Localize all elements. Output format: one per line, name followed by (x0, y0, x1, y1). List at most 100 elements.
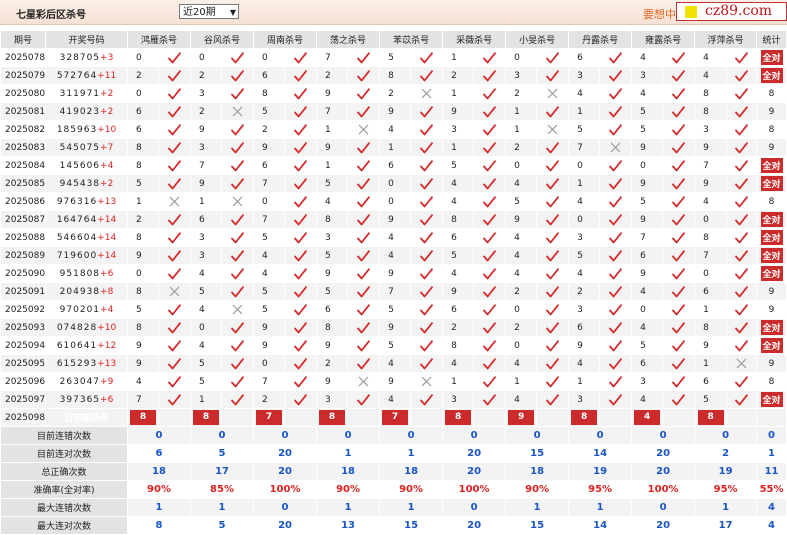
kill-number-cell: 1 (190, 390, 223, 409)
kill-number-cell: 8 (127, 228, 159, 247)
draw-sum-diff: +14 (97, 214, 117, 225)
stat-label: 目前连对次数 (0, 444, 128, 463)
table-row: 2025092 970201+4 5 4 5 6 5 6 0 3 0 1 9 (0, 300, 787, 319)
site-logo[interactable]: cz89.com (676, 2, 787, 21)
check-icon (473, 66, 507, 85)
check-icon (157, 156, 192, 175)
draw-digits: 545075 (59, 142, 101, 153)
draw-number-cell: 164764+14 (45, 210, 128, 229)
cross-icon (221, 102, 255, 121)
period-cell: 2025096 (0, 372, 46, 391)
kill-number-cell: 2 (316, 354, 349, 373)
kill-number-cell: 1 (568, 102, 601, 121)
stat-row: 最大连对次数 8 5 20 13 15 20 15 14 20 17 4 (0, 516, 787, 535)
check-icon (662, 174, 696, 193)
stat-value: 14 (568, 444, 633, 463)
check-icon (347, 318, 381, 337)
cross-icon (347, 120, 381, 139)
stat-row: 目前连错次数 0 0 0 0 0 0 0 0 0 0 0 (0, 426, 787, 445)
check-icon (726, 210, 758, 229)
kill-number-cell: 0 (694, 210, 728, 229)
period-cell: 2025086 (0, 192, 46, 211)
kill-number-cell: 0 (505, 300, 538, 319)
kill-number-cell: 4 (568, 84, 601, 103)
stat-value: 100% (631, 480, 696, 499)
kill-number-cell: 9 (316, 138, 349, 157)
kill-number-cell: 2 (568, 282, 601, 301)
column-header: 开奖号码 (45, 30, 128, 49)
draw-digits: 263047 (59, 376, 101, 387)
kill-number-cell: 5 (190, 372, 223, 391)
check-icon (410, 228, 444, 247)
stat-value: 90% (379, 480, 444, 499)
cross-icon (157, 192, 192, 211)
draw-sum-diff: +2 (100, 106, 114, 117)
draw-number-cell: 328705+3 (45, 48, 128, 67)
empty-cell (157, 408, 192, 427)
kill-number-cell: 0 (253, 48, 286, 67)
kill-number-cell: 9 (253, 336, 286, 355)
kill-number-cell: 4 (505, 228, 538, 247)
kill-number-cell: 9 (694, 174, 728, 193)
draw-sum-diff: +2 (100, 88, 114, 99)
kill-number-cell: 6 (442, 228, 475, 247)
stat-value: 19 (694, 462, 758, 481)
check-icon (284, 228, 318, 247)
cross-icon (410, 372, 444, 391)
row-stat-cell: 9 (756, 102, 787, 121)
kill-number-cell: 0 (190, 48, 223, 67)
all-correct-badge: 全对 (760, 50, 783, 65)
check-icon (599, 120, 633, 139)
kill-number-cell: 8 (253, 84, 286, 103)
kill-number-cell: 4 (316, 192, 349, 211)
stat-value: 1 (316, 444, 381, 463)
current-kill-number: 8 (193, 410, 220, 425)
draw-sum-diff: +3 (100, 52, 114, 63)
kill-number-cell: 5 (442, 246, 475, 265)
check-icon (473, 390, 507, 409)
check-icon (536, 66, 570, 85)
kill-number-cell: 5 (694, 390, 728, 409)
kill-number-cell: 6 (316, 300, 349, 319)
check-icon (536, 210, 570, 229)
kill-number-cell: 2 (190, 102, 223, 121)
stat-value: 0 (756, 426, 787, 445)
check-icon (726, 228, 758, 247)
kill-number-cell: 9 (631, 264, 664, 283)
cross-icon (726, 354, 758, 373)
table-row: 2025079 572764+11 2 2 6 2 8 2 3 3 3 4 全对 (0, 66, 787, 85)
current-kill-number: 8 (130, 410, 156, 425)
draw-number-cell: 546604+14 (45, 228, 128, 247)
period-cell: 2025087 (0, 210, 46, 229)
stat-value: 20 (631, 444, 696, 463)
column-header: 浮萍杀号 (694, 30, 758, 49)
kill-number-cell: 6 (379, 156, 412, 175)
check-icon (536, 102, 570, 121)
check-icon (662, 318, 696, 337)
check-icon (347, 66, 381, 85)
page-title: 七星彩后区杀号 (16, 10, 86, 21)
chevron-down-icon: ▼ (229, 8, 236, 17)
table-row: 2025090 951808+6 0 4 4 9 9 4 4 4 9 0 全对 (0, 264, 787, 283)
stat-value: 85% (190, 480, 255, 499)
period-cell: 2025083 (0, 138, 46, 157)
check-icon (347, 246, 381, 265)
current-kill-number: 8 (319, 410, 346, 425)
check-icon (157, 102, 192, 121)
check-icon (284, 264, 318, 283)
stat-value: 14 (568, 516, 633, 535)
stat-value: 18 (505, 462, 570, 481)
current-kill-number-cell: 7 (379, 408, 412, 427)
check-icon (157, 372, 192, 391)
empty-cell (662, 408, 696, 427)
check-icon (221, 156, 255, 175)
period-cell: 2025085 (0, 174, 46, 193)
check-icon (726, 102, 758, 121)
row-stat-cell: 9 (756, 138, 787, 157)
kill-number-cell: 3 (190, 138, 223, 157)
period-select[interactable]: 近20期 ▼ (179, 4, 239, 19)
draw-digits: 419023 (59, 106, 101, 117)
check-icon (599, 66, 633, 85)
kill-number-cell: 7 (127, 390, 159, 409)
stat-value: 18 (379, 462, 444, 481)
